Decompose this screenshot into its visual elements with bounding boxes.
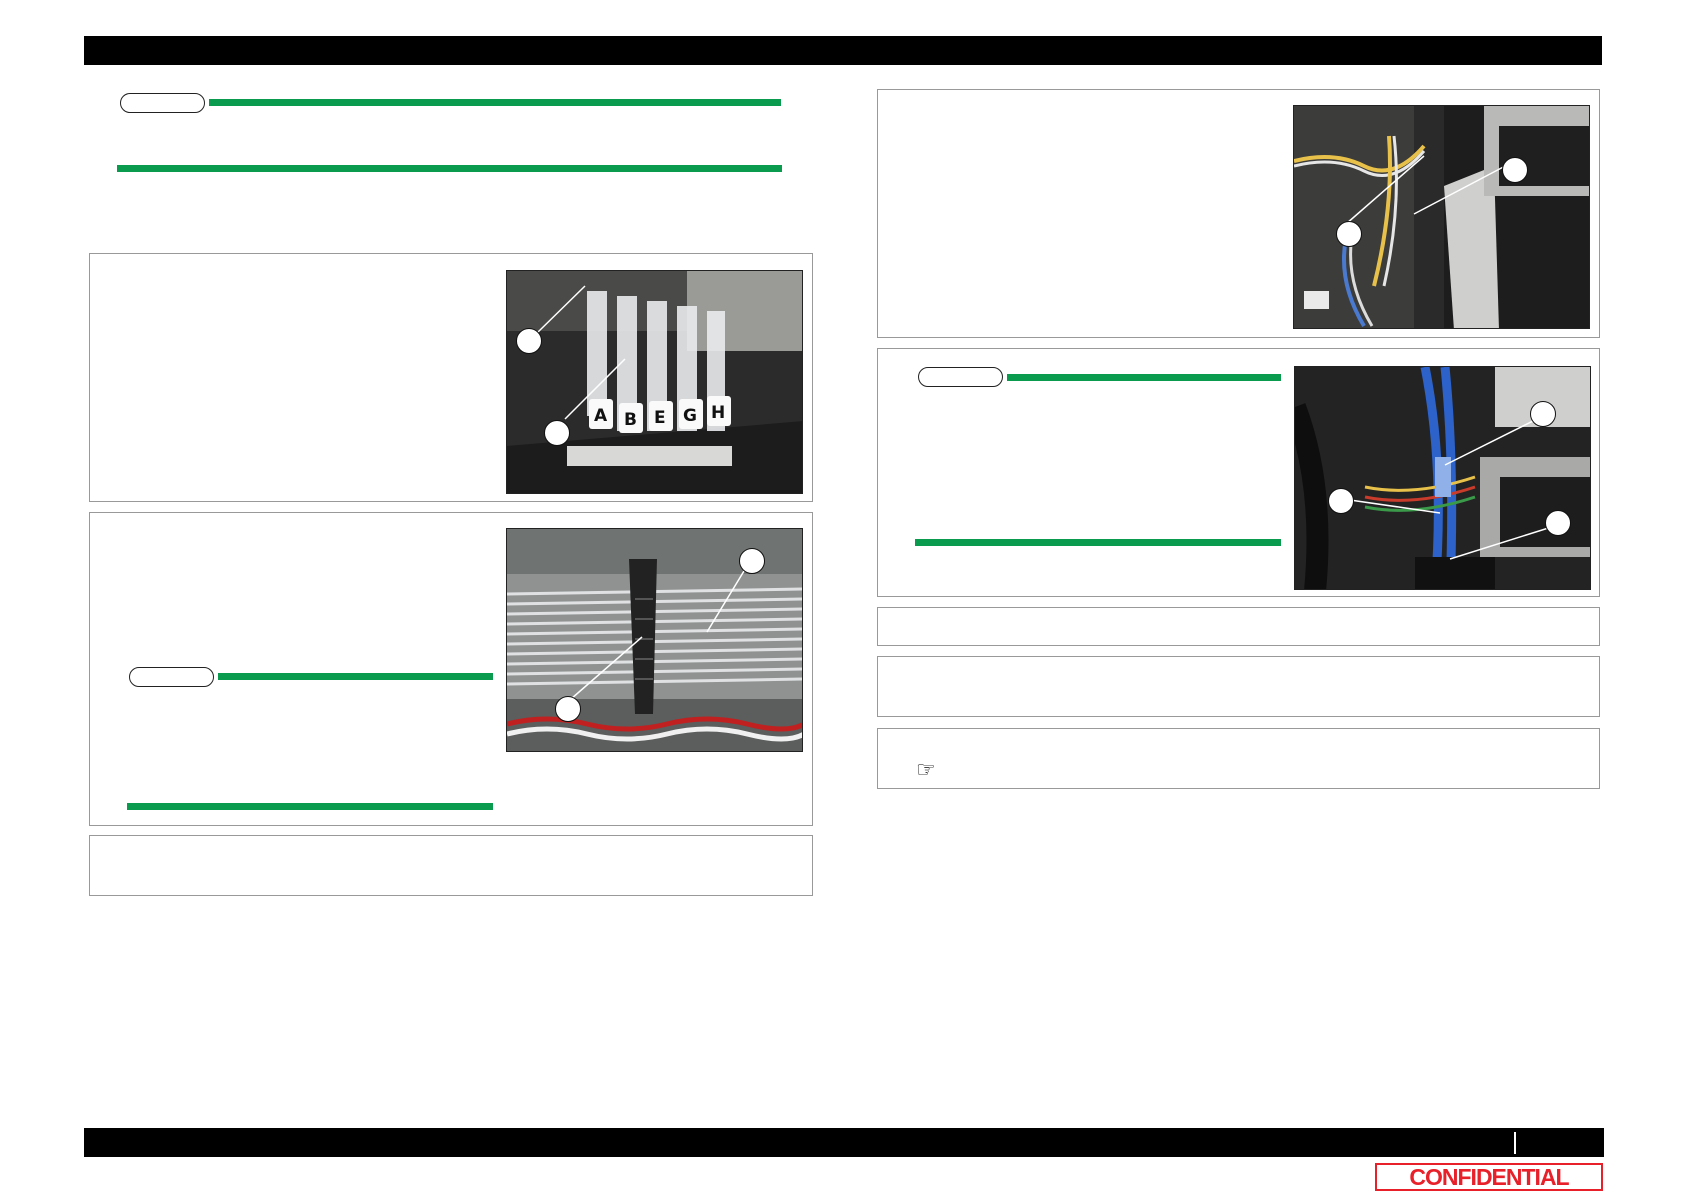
blue-tube-photo xyxy=(1294,366,1591,590)
wiring-photo-graphic xyxy=(1294,106,1589,328)
header-bar xyxy=(84,36,1602,65)
tube-label: H xyxy=(711,403,725,423)
tube-label: B xyxy=(624,410,637,430)
wiring-photo xyxy=(1293,105,1590,329)
note-bottom-line xyxy=(915,539,1281,546)
confidential-stamp: CONFIDENTIAL xyxy=(1375,1163,1603,1191)
note-tag xyxy=(918,367,1003,387)
callout-marker xyxy=(1328,488,1354,514)
step-box xyxy=(877,728,1600,789)
ink-tube-photo: A B E G H xyxy=(506,270,803,494)
pointing-hand-icon[interactable]: ☞ xyxy=(916,759,936,781)
callout-marker xyxy=(1530,401,1556,427)
callout-marker xyxy=(1545,510,1571,536)
note-tag xyxy=(120,93,205,113)
ink-tube-photo-graphic: A B E G H xyxy=(507,271,802,493)
tube-label: E xyxy=(654,408,666,428)
callout-marker xyxy=(1502,157,1528,183)
note-top-line xyxy=(209,99,781,106)
note-bottom-line xyxy=(117,165,782,172)
callout-marker xyxy=(544,420,570,446)
callout-marker xyxy=(516,328,542,354)
step-box xyxy=(877,607,1600,646)
callout-marker xyxy=(739,548,765,574)
note-top-line xyxy=(1007,374,1281,381)
blue-tube-photo-graphic xyxy=(1295,367,1590,589)
tube-label: A xyxy=(594,406,608,426)
callout-marker xyxy=(1336,221,1362,247)
note-bottom-line xyxy=(127,803,493,810)
footer-divider xyxy=(1514,1132,1516,1154)
footer-bar xyxy=(84,1128,1604,1157)
note-top-line xyxy=(218,673,493,680)
tube-label: G xyxy=(683,406,697,426)
step-box xyxy=(89,835,813,896)
note-tag xyxy=(129,667,214,687)
step-box xyxy=(877,656,1600,717)
callout-marker xyxy=(555,696,581,722)
